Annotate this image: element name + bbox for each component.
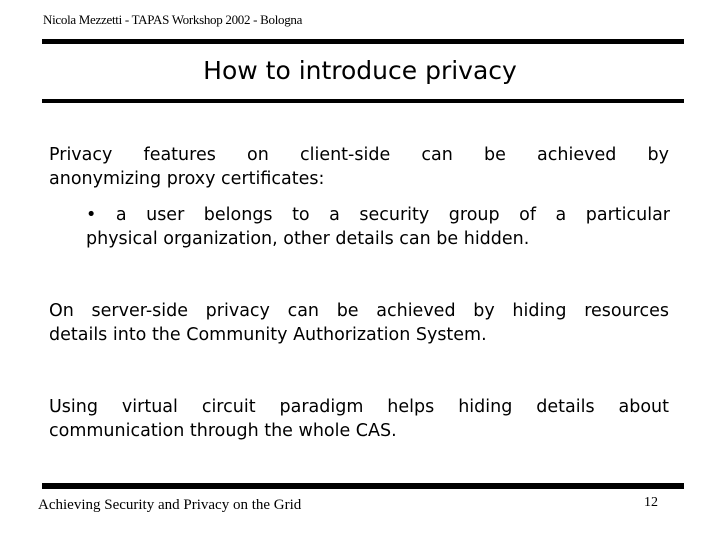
- bullet-marker: •: [86, 205, 97, 225]
- page-number: 12: [644, 495, 658, 510]
- paragraph-line: Using virtual circuit paradigm helps hid…: [49, 397, 669, 417]
- paragraph-line: anonymizing proxy certificates:: [49, 169, 325, 189]
- bullet-line: physical organization, other details can…: [86, 229, 530, 249]
- footer-divider: [42, 483, 684, 489]
- slide-title: How to introduce privacy: [203, 56, 517, 85]
- slide-header: Nicola Mezzetti - TAPAS Workshop 2002 - …: [43, 12, 303, 27]
- title-divider: [42, 99, 684, 103]
- paragraph-virtual-circuit: Using virtual circuit paradigm helps hid…: [49, 395, 669, 443]
- bullet-item: • a user belongs to a security group of …: [86, 203, 670, 251]
- header-divider: [42, 39, 684, 44]
- paragraph-line: communication through the whole CAS.: [49, 421, 397, 441]
- paragraph-client-side: Privacy features on client-side can be a…: [49, 143, 669, 191]
- bullet-text: a user belongs to a security group of a …: [115, 205, 670, 225]
- bullet-line: • a user belongs to a security group of …: [86, 203, 670, 227]
- paragraph-server-side: On server-side privacy can be achieved b…: [49, 299, 669, 347]
- paragraph-line: Privacy features on client-side can be a…: [49, 145, 669, 165]
- paragraph-line: On server-side privacy can be achieved b…: [49, 301, 669, 321]
- paragraph-line: details into the Community Authorization…: [49, 325, 487, 345]
- slide-footer: Achieving Security and Privacy on the Gr…: [38, 497, 302, 513]
